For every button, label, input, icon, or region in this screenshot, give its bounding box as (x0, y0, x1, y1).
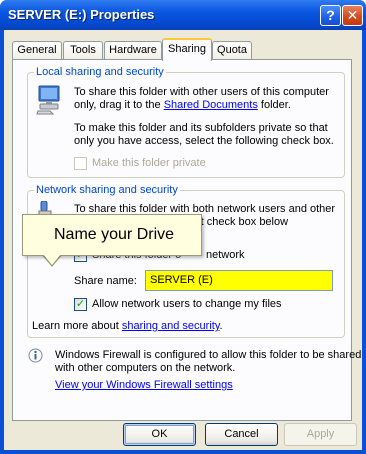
allow-change-label: Allow network users to change my files (92, 298, 282, 310)
window-title: SERVER (E:) Properties (8, 7, 155, 22)
name-drive-callout: Name your Drive (22, 214, 202, 256)
tab-general[interactable]: General (12, 41, 62, 60)
local-sharing-line2-prefix: only, drag it to the (74, 99, 164, 111)
computer-icon (36, 85, 60, 115)
local-sharing-group: Local sharing and security To share this… (27, 66, 345, 178)
ok-button[interactable]: OK (123, 423, 196, 446)
learn-more-prefix: Learn more about (32, 320, 122, 332)
local-sharing-line1: To share this folder with other users of… (74, 86, 329, 98)
close-icon: ✕ (346, 7, 359, 23)
properties-window: SERVER (E:) Properties ? ✕ General Tools… (0, 0, 366, 454)
shared-documents-link[interactable]: Shared Documents (164, 99, 258, 111)
callout-pointer-fill (43, 254, 61, 265)
tab-sharing[interactable]: Sharing (162, 38, 212, 61)
share-folder-label: network (206, 249, 245, 261)
close-button[interactable]: ✕ (342, 5, 363, 26)
help-icon: ? (326, 7, 335, 23)
learn-more-suffix: . (219, 320, 223, 332)
make-private-label: Make this folder private (92, 157, 206, 169)
share-name-input[interactable]: SERVER (E) (145, 270, 333, 291)
apply-button[interactable]: Apply (284, 423, 357, 446)
allow-change-checkbox[interactable]: ✓ (74, 298, 87, 311)
make-private-checkbox[interactable] (74, 157, 87, 170)
cancel-button[interactable]: Cancel (205, 423, 278, 446)
local-sharing-line4: only you have access, select the followi… (74, 135, 334, 147)
learn-more-line: Learn more about sharing and security. (32, 320, 223, 333)
tab-hardware[interactable]: Hardware (104, 41, 162, 60)
network-sharing-legend: Network sharing and security (34, 184, 180, 196)
share-name-label: Share name: (74, 275, 137, 287)
firewall-line2: with other computers on the network. (55, 362, 236, 374)
tab-quota[interactable]: Quota (212, 41, 252, 60)
tab-tools[interactable]: Tools (63, 41, 103, 60)
local-sharing-legend: Local sharing and security (34, 66, 166, 78)
tab-strip: General Tools Hardware Sharing Quota (12, 38, 352, 61)
local-sharing-line3: To make this folder and its subfolders p… (74, 122, 328, 134)
local-sharing-line2-suffix: folder. (257, 99, 291, 111)
firewall-settings-link[interactable]: View your Windows Firewall settings (55, 379, 233, 392)
help-button[interactable]: ? (320, 5, 341, 26)
local-sharing-line2: only, drag it to the Shared Documents fo… (74, 99, 291, 112)
title-bar[interactable]: SERVER (E:) Properties ? ✕ (0, 0, 366, 30)
info-icon (28, 348, 43, 363)
network-sharing-group: Network sharing and security To share th… (27, 184, 345, 338)
sharing-security-link[interactable]: sharing and security (122, 320, 220, 332)
firewall-line1: Windows Firewall is configured to allow … (55, 349, 362, 361)
